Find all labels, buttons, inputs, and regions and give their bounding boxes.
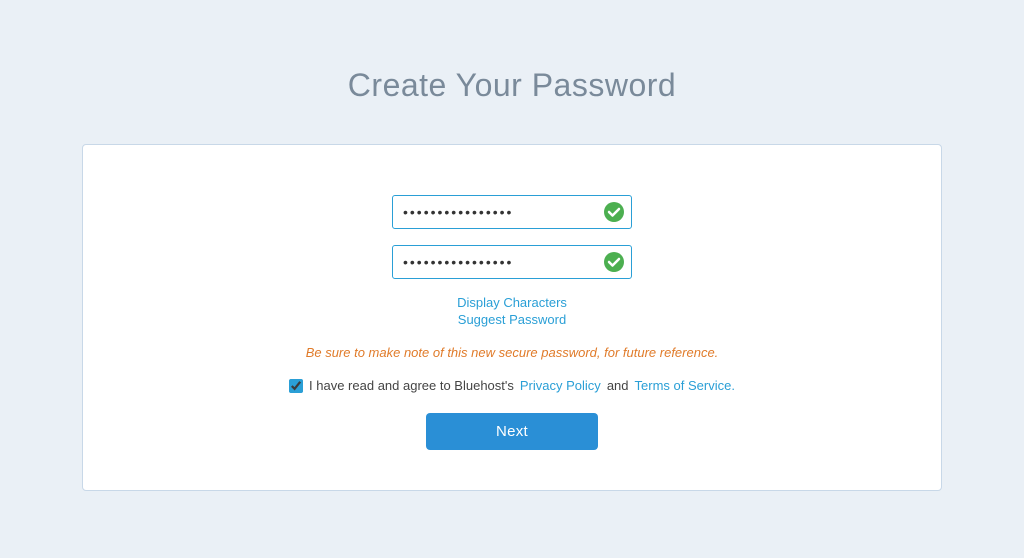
confirm-valid-icon xyxy=(604,252,624,272)
suggest-password-link[interactable]: Suggest Password xyxy=(458,312,566,327)
confirm-password-input[interactable] xyxy=(392,245,632,279)
agreement-prefix-text: I have read and agree to Bluehost's xyxy=(309,378,514,393)
agreement-mid-text: and xyxy=(607,378,629,393)
page-title: Create Your Password xyxy=(348,67,676,104)
agreement-row: I have read and agree to Bluehost's Priv… xyxy=(289,378,735,393)
terms-link[interactable]: Terms of Service. xyxy=(635,378,735,393)
password-field-row xyxy=(392,195,632,229)
password-valid-icon xyxy=(604,202,624,222)
password-warning: Be sure to make note of this new secure … xyxy=(306,345,719,360)
password-options: Display Characters Suggest Password xyxy=(457,295,567,327)
next-button[interactable]: Next xyxy=(426,413,598,450)
agreement-checkbox[interactable] xyxy=(289,379,303,393)
privacy-policy-link[interactable]: Privacy Policy xyxy=(520,378,601,393)
display-characters-link[interactable]: Display Characters xyxy=(457,295,567,310)
confirm-password-field-row xyxy=(392,245,632,279)
password-input[interactable] xyxy=(392,195,632,229)
password-card: Display Characters Suggest Password Be s… xyxy=(82,144,942,491)
